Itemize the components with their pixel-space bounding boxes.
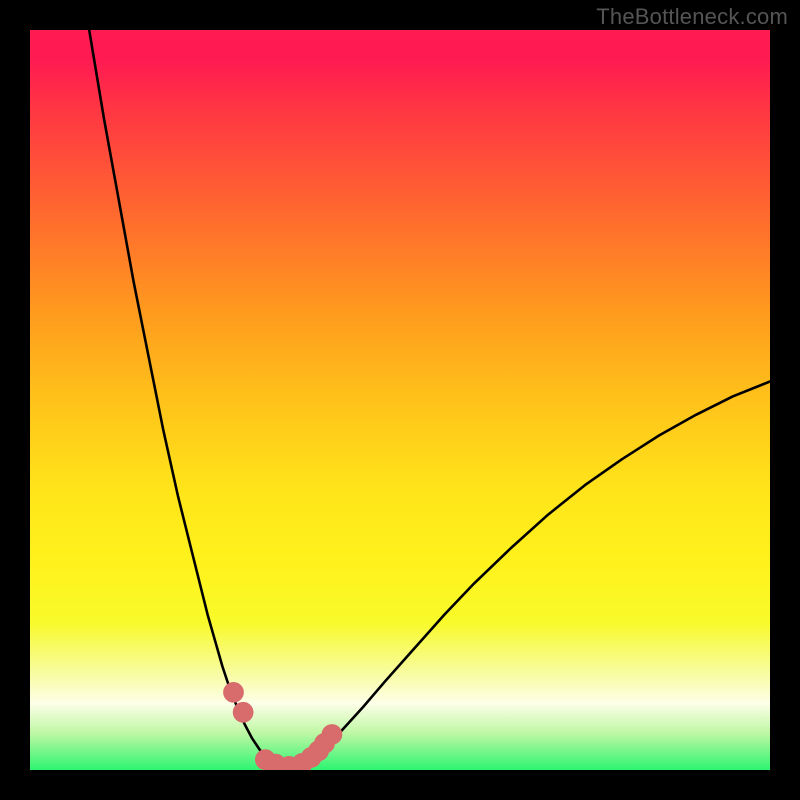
- valley-marker: [322, 724, 342, 744]
- plot-area: [30, 30, 770, 770]
- series-group: [89, 30, 770, 767]
- chart-svg: [30, 30, 770, 770]
- watermark-text: TheBottleneck.com: [596, 4, 788, 30]
- valley-marker: [224, 682, 244, 702]
- markers-group: [224, 682, 342, 770]
- series-left-branch: [89, 30, 267, 758]
- valley-marker: [233, 702, 253, 722]
- chart-frame: TheBottleneck.com: [0, 0, 800, 800]
- series-right-branch: [311, 382, 770, 759]
